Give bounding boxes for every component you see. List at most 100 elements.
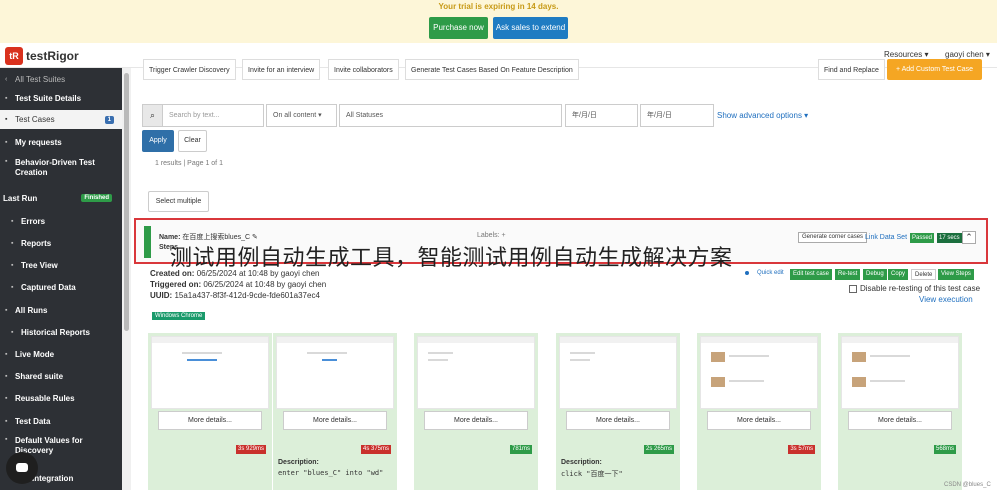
step-duration-badge: 3s 57ms — [788, 445, 815, 454]
advanced-options-link[interactable]: Show advanced options ▾ — [717, 111, 808, 120]
collapse-icon[interactable]: ⌃ — [962, 231, 976, 244]
sidebar-item-bdd[interactable]: ▪ Behavior-Driven Test Creation — [0, 158, 122, 180]
view-execution-link[interactable]: View execution — [919, 295, 973, 304]
step-card[interactable]: More details... 4s 375ms Description: en… — [273, 333, 397, 490]
more-details-button[interactable]: More details... — [158, 411, 262, 430]
search-input[interactable]: Search by text... — [162, 104, 264, 127]
trigger-crawler-button[interactable]: Trigger Crawler Discovery — [143, 59, 236, 80]
step-card[interactable]: More details... 3s 57ms — [697, 333, 821, 490]
duration-badge: 17 secs — [937, 233, 962, 243]
step-card[interactable]: More details... 568ms — [838, 333, 962, 490]
created-on: Created on: 06/25/2024 at 10:48 by gaoyi… — [150, 269, 320, 278]
step-screenshot[interactable] — [417, 336, 535, 409]
labels-field[interactable]: Labels: + — [477, 232, 506, 239]
purchase-button[interactable]: Purchase now — [429, 17, 488, 39]
overlay-title: 测试用例自动生成工具，智能测试用例自动生成解决方案 — [170, 245, 733, 270]
invite-interview-button[interactable]: Invite for an interview — [242, 59, 321, 80]
sidebar-item-shared-suite[interactable]: ▪ Shared suite — [0, 369, 122, 383]
view-steps-button[interactable]: View Steps — [938, 269, 974, 280]
invite-collaborators-button[interactable]: Invite collaborators — [328, 59, 399, 80]
more-details-button[interactable]: More details... — [424, 411, 528, 430]
quick-edit-link[interactable]: Quick edit — [757, 270, 784, 276]
sidebar-item-all-runs[interactable]: ▪ All Runs — [0, 303, 122, 317]
sidebar-item-label: Behavior-Driven Test Creation — [15, 158, 95, 177]
date-to-input[interactable]: 年/月/日 — [640, 104, 714, 127]
scroll-thumb[interactable] — [124, 73, 129, 331]
select-multiple-button[interactable]: Select multiple — [148, 191, 209, 212]
link-data-set-link[interactable]: Link Data Set — [865, 234, 907, 241]
sidebar-item-label: All Runs — [15, 305, 48, 315]
apply-button[interactable]: Apply — [142, 130, 174, 152]
trial-banner: Your trial is expiring in 14 days. Purch… — [0, 0, 997, 43]
sidebar-item-label: Test Data — [15, 416, 51, 426]
sidebar-item-label: Captured Data — [21, 282, 76, 292]
step-card[interactable]: More details... 2s 265ms Description: cl… — [556, 333, 680, 490]
generate-corner-cases-button[interactable]: Generate corner cases — [798, 232, 868, 243]
disable-retesting-checkbox[interactable]: Disable re-testing of this test case — [849, 284, 980, 293]
more-details-button[interactable]: More details... — [283, 411, 387, 430]
step-screenshot[interactable] — [841, 336, 959, 409]
quick-edit-icon — [745, 271, 749, 275]
debug-button[interactable]: Debug — [863, 269, 887, 280]
sidebar-item-last-run[interactable]: Last Run Finished — [0, 191, 122, 205]
sidebar-item-test-data[interactable]: ▪ Test Data — [0, 414, 122, 428]
sidebar-item-label: Test Suite Details — [15, 93, 82, 103]
step-screenshot[interactable] — [700, 336, 818, 409]
sidebar-item-label: Errors — [21, 216, 46, 226]
request-icon: ▪ — [5, 138, 8, 146]
more-details-button[interactable]: More details... — [848, 411, 952, 430]
ask-sales-button[interactable]: Ask sales to extend — [493, 17, 568, 39]
delete-button[interactable]: Delete — [911, 269, 937, 280]
sidebar-item-reusable-rules[interactable]: ▪ Reusable Rules — [0, 391, 122, 405]
sidebar-item-live-mode[interactable]: ▪ Live Mode — [0, 347, 122, 361]
edit-test-case-button[interactable]: Edit test case — [790, 269, 833, 280]
logo[interactable]: tR testRigor — [5, 47, 79, 65]
report-icon: ▪ — [11, 239, 14, 247]
step-screenshot[interactable] — [559, 336, 677, 409]
sidebar-item-label: Tree View — [21, 260, 58, 270]
chat-launcher-button[interactable] — [6, 452, 38, 484]
sidebar-item-tree-view[interactable]: ▪ Tree View — [0, 258, 122, 272]
date-from-input[interactable]: 年/月/日 — [565, 104, 638, 127]
sidebar-item-label: Shared suite — [15, 371, 64, 381]
sidebar-item-label: Default Values for Discovery — [15, 436, 83, 455]
generate-test-cases-button[interactable]: Generate Test Cases Based On Feature Des… — [405, 59, 579, 80]
status-indicator — [144, 226, 151, 258]
disable-label: Disable re-testing of this test case — [860, 284, 981, 293]
checkbox[interactable] — [849, 284, 857, 293]
step-screenshot[interactable] — [151, 336, 269, 409]
sidebar-item-captured-data[interactable]: ▪ Captured Data — [0, 280, 122, 294]
search-icon[interactable]: ⌕ — [142, 104, 163, 127]
step-description-label: Description: — [561, 459, 602, 466]
sidebar-item-label: Live Mode — [15, 349, 55, 359]
sidebar-item-errors[interactable]: ▪ Errors — [0, 214, 122, 228]
step-duration-badge: 568ms — [933, 445, 956, 454]
step-screenshot[interactable] — [276, 336, 394, 409]
copy-button[interactable]: Copy — [888, 269, 909, 280]
sidebar-item-reports[interactable]: ▪ Reports — [0, 236, 122, 250]
settings-icon: ▪ — [5, 436, 8, 443]
sidebar-item-test-suite-details[interactable]: ▪ Test Suite Details — [0, 90, 122, 106]
more-details-button[interactable]: More details... — [566, 411, 670, 430]
content-filter-select[interactable]: On all content ▾ — [266, 104, 337, 127]
more-details-button[interactable]: More details... — [707, 411, 811, 430]
sidebar-item-my-requests[interactable]: ▪ My requests — [0, 134, 122, 150]
step-card[interactable]: More details... 3s 929ms — [148, 333, 272, 490]
add-label-icon[interactable]: + — [502, 232, 506, 239]
sidebar-item-test-cases[interactable]: ▪ Test Cases 1 — [0, 110, 122, 129]
status-filter-select[interactable]: All Statuses — [339, 104, 562, 127]
retest-button[interactable]: Re-test — [835, 269, 861, 280]
step-duration-badge: 781ms — [509, 445, 532, 454]
sidebar-scrollbar[interactable] — [122, 68, 131, 490]
step-card[interactable]: More details... 781ms — [414, 333, 538, 490]
resources-menu[interactable]: Resources ▾ — [884, 50, 928, 59]
info-icon: ▪ — [5, 94, 8, 102]
sidebar-item-historical-reports[interactable]: ▪ Historical Reports — [0, 325, 122, 339]
step-description: click "百度一下" — [561, 470, 623, 478]
clear-button[interactable]: Clear — [178, 130, 207, 152]
add-custom-test-case-button[interactable]: + Add Custom Test Case — [887, 59, 982, 80]
find-replace-button[interactable]: Find and Replace — [818, 59, 885, 80]
chevron-left-icon: ‹ — [5, 75, 8, 83]
user-menu[interactable]: gaoyi chen ▾ — [945, 50, 990, 59]
sidebar-back-link[interactable]: ‹ All Test Suites — [0, 72, 122, 86]
